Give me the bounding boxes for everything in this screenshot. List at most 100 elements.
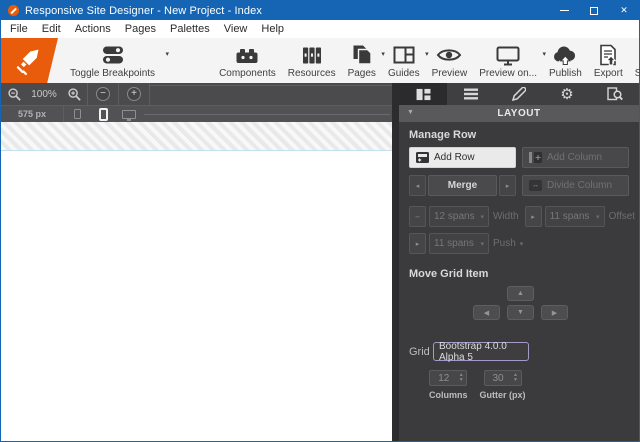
tab-inspector[interactable] [591,83,639,105]
window-controls: ✕ [549,1,639,20]
width-icon-button[interactable]: ↔ [409,206,426,227]
preview-on-button[interactable]: ▾ Preview on... [473,38,543,83]
move-up-button[interactable]: ▲ [507,286,534,301]
layout-icon [416,88,431,101]
minus-circle-icon: − [96,87,110,101]
breakpoint-bar: 575 px [1,105,392,122]
maximize-button[interactable] [579,1,609,20]
export-button[interactable]: Export [588,38,629,83]
device-phone-button[interactable] [90,106,116,122]
layout-pane-header[interactable]: ▼ LAYOUT [399,105,639,122]
layout-pane-title: LAYOUT [497,108,540,119]
menu-help[interactable]: Help [254,20,291,38]
toggle-breakpoints-icon [100,44,126,67]
merge-right-icon: ▸ [506,182,510,190]
inspector-panel: ⚙ ▼ LAYOUT Manage Row [399,83,639,441]
columns-stepper[interactable]: 12 ▲ ▼ [429,370,467,386]
device-phone-small-button[interactable] [64,106,90,122]
add-row-icon [416,152,429,163]
collapse-icon[interactable]: ▼ [407,109,414,117]
gutter-value: 30 [485,373,512,384]
publish-button[interactable]: Publish [543,38,588,83]
push-spans-select[interactable]: 11 spans ▾ [429,233,489,254]
design-canvas[interactable] [1,151,392,441]
menu-edit[interactable]: Edit [35,20,68,38]
add-breakpoint-button[interactable]: + [119,83,149,105]
offset-spans-select[interactable]: 11 spans ▾ [545,206,605,227]
width-select-arrow-icon: ▾ [480,213,484,221]
columns-spin-down-icon[interactable]: ▼ [457,378,465,383]
menu-file[interactable]: File [3,20,35,38]
panel-gear-icon: ⚙ [560,87,573,102]
add-column-button[interactable]: Add Column [522,147,629,168]
menu-pages[interactable]: Pages [118,20,163,38]
inspect-icon [607,87,623,101]
push-dropdown-icon: ▾ [520,240,524,248]
width-spans-select[interactable]: 12 spans ▾ [429,206,489,227]
toggle-breakpoints-label: Toggle Breakpoints [70,68,155,79]
merge-left-icon: ◂ [416,182,420,190]
move-left-button[interactable]: ◀ [473,305,500,320]
breakpoint-ruler-track [150,85,392,86]
move-down-button[interactable]: ▼ [507,305,534,320]
tab-design[interactable] [495,83,543,105]
device-desktop-button[interactable] [116,106,142,122]
toggle-breakpoints-button[interactable]: ▾ Toggle Breakpoints [64,38,161,83]
window-title: Responsive Site Designer - New Project -… [25,5,262,17]
menu-bar: File Edit Actions Pages Palettes View He… [1,20,639,38]
grid-framework-select[interactable]: Bootstrap 4.0.0 Alpha 5 [433,342,529,361]
tab-layout[interactable] [399,83,447,105]
add-row-button[interactable]: Add Row [409,147,516,168]
zoom-out-icon [7,87,22,102]
breakpoint-slider-track[interactable] [144,114,390,115]
width-icon: ↔ [414,213,421,220]
toolbar-right-group: Publish Export ⚙ Settings [543,38,640,83]
push-select-arrow-icon: ▾ [480,240,484,248]
close-button[interactable]: ✕ [609,1,639,20]
tab-elements[interactable] [447,83,495,105]
offset-icon-button[interactable]: ▸ [525,206,542,227]
menu-actions[interactable]: Actions [68,20,118,38]
pages-button[interactable]: ▾ Pages [342,38,382,83]
add-column-label: Add Column [547,152,602,163]
grid-framework-value: Bootstrap 4.0.0 Alpha 5 [439,341,528,363]
merge-left-button[interactable]: ◂ [409,175,426,196]
move-up-icon: ▲ [517,290,524,297]
divide-column-button[interactable]: ↔ Divide Column [522,175,629,196]
merge-right-button[interactable]: ▸ [499,175,516,196]
remove-breakpoint-button[interactable]: − [88,83,118,105]
offset-icon: ▸ [531,213,535,221]
zoom-in-button[interactable] [61,83,87,105]
move-right-button[interactable]: ▶ [541,305,568,320]
columns-label: Columns [429,390,468,400]
zoom-out-button[interactable] [1,83,27,105]
toggle-breakpoints-dropdown-icon[interactable]: ▾ [166,50,170,58]
gutter-spin-down-icon[interactable]: ▼ [512,378,520,383]
preview-button[interactable]: Preview [426,38,474,83]
menu-view[interactable]: View [217,20,255,38]
export-label: Export [594,68,623,79]
tab-settings[interactable]: ⚙ [543,83,591,105]
zoom-toolbar: 100% − + [1,83,392,105]
minimize-button[interactable] [549,1,579,20]
push-icon-button[interactable]: ▸ [409,233,426,254]
app-logo-icon [8,5,19,16]
phone-small-icon [74,109,81,119]
pages-label: Pages [348,68,376,79]
pages-icon [350,44,374,67]
move-down-icon: ▼ [517,309,524,316]
resources-button[interactable]: Resources [282,38,342,83]
canvas-margin-stripe [1,122,392,151]
merge-button[interactable]: Merge [428,175,497,196]
publish-label: Publish [549,68,582,79]
grid-label: Grid [409,346,433,358]
offset-label: Offset [609,211,636,222]
panel-resizer[interactable] [392,83,399,441]
components-button[interactable]: Components [213,38,282,83]
push-spans-value: 11 spans [434,238,474,249]
gutter-stepper[interactable]: 30 ▲ ▼ [484,370,522,386]
settings-button[interactable]: ⚙ Settings [629,38,640,83]
add-column-icon [529,152,542,163]
menu-palettes[interactable]: Palettes [163,20,217,38]
guides-button[interactable]: ▾ Guides [382,38,426,83]
